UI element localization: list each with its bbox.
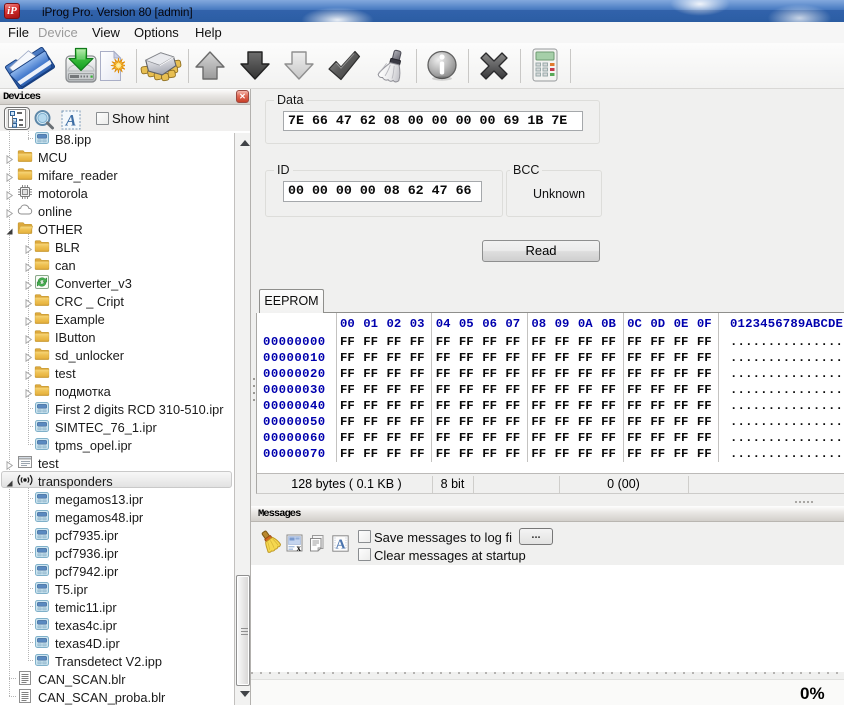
- svg-text:x: x: [297, 543, 302, 552]
- svg-text:A: A: [335, 538, 346, 553]
- svg-text:A: A: [65, 113, 77, 130]
